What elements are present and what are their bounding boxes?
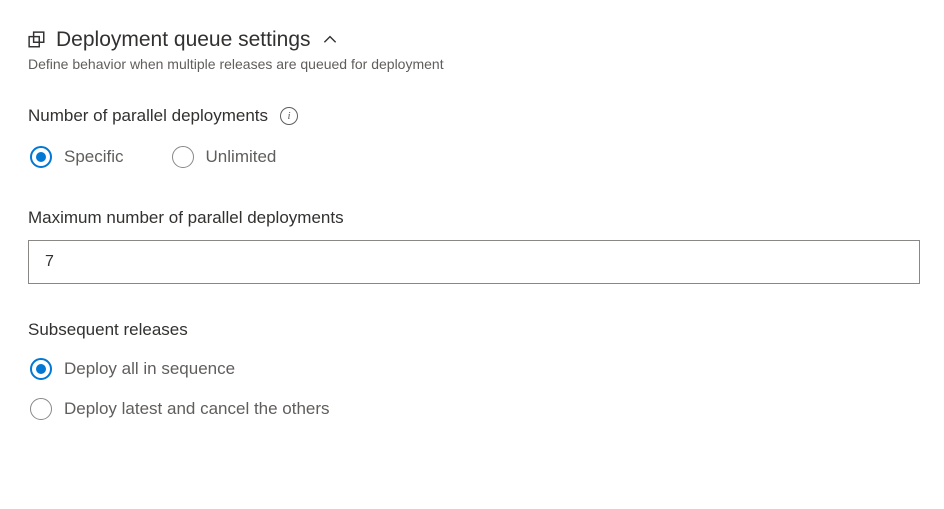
max-parallel-input[interactable]	[28, 240, 920, 284]
parallel-deployments-label-row: Number of parallel deployments i	[28, 106, 916, 126]
radio-specific[interactable]: Specific	[30, 146, 124, 168]
section-subtitle: Define behavior when multiple releases a…	[28, 56, 916, 72]
queue-icon	[28, 31, 46, 49]
subsequent-releases-radio-group: Deploy all in sequence Deploy latest and…	[30, 358, 916, 420]
radio-deploy-all[interactable]: Deploy all in sequence	[30, 358, 916, 380]
radio-deploy-latest-label: Deploy latest and cancel the others	[64, 399, 330, 419]
radio-unlimited[interactable]: Unlimited	[172, 146, 277, 168]
section-title: Deployment queue settings	[56, 28, 311, 52]
radio-specific-label: Specific	[64, 147, 124, 167]
radio-button-icon	[30, 398, 52, 420]
info-icon[interactable]: i	[280, 107, 298, 125]
subsequent-releases-label: Subsequent releases	[28, 320, 916, 340]
max-parallel-label: Maximum number of parallel deployments	[28, 208, 916, 228]
radio-button-icon	[30, 146, 52, 168]
radio-deploy-latest[interactable]: Deploy latest and cancel the others	[30, 398, 916, 420]
chevron-up-icon[interactable]	[321, 31, 339, 49]
radio-deploy-all-label: Deploy all in sequence	[64, 359, 235, 379]
radio-button-icon	[30, 358, 52, 380]
section-header: Deployment queue settings	[28, 28, 916, 52]
radio-unlimited-label: Unlimited	[206, 147, 277, 167]
parallel-deployments-label: Number of parallel deployments	[28, 106, 268, 126]
parallel-mode-radio-group: Specific Unlimited	[30, 146, 916, 168]
radio-button-icon	[172, 146, 194, 168]
